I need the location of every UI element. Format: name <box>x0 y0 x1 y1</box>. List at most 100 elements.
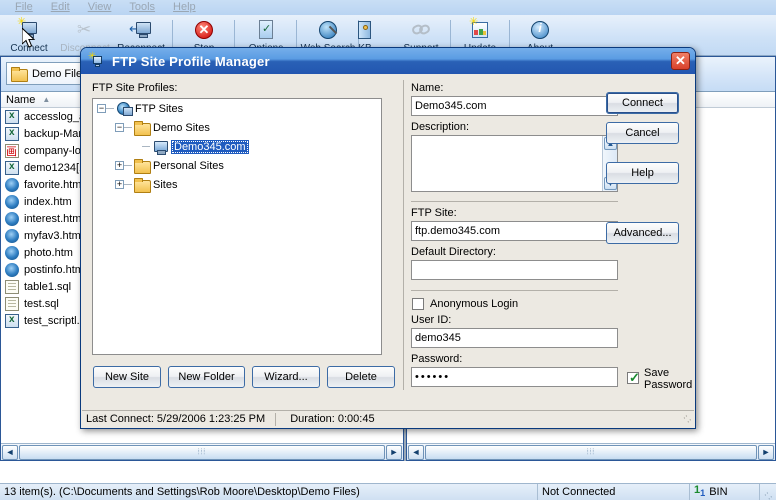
user-id-label: User ID: <box>411 314 451 326</box>
last-connect-text: Last Connect: 5/29/2006 1:23:25 PM <box>82 411 265 428</box>
update-icon: ✳ <box>468 18 492 42</box>
status-connection-state: Not Connected <box>538 484 690 500</box>
local-scroll-track[interactable]: ⦙⦙⦙ <box>19 445 385 460</box>
file-name-label: postinfo.html <box>24 264 86 276</box>
scroll-left-icon[interactable]: ◄ <box>2 445 18 460</box>
save-password-label-line1: Save <box>644 367 669 379</box>
save-password-checkbox[interactable] <box>627 372 639 384</box>
remote-scroll-thumb[interactable]: ⦙⦙⦙ <box>425 445 757 460</box>
ftp-site-input[interactable]: ftp.demo345.com <box>411 221 618 241</box>
connect-icon: ✳ <box>17 18 41 42</box>
kb-icon <box>353 18 377 42</box>
support-icon <box>409 18 433 42</box>
tree-node[interactable]: +Sites <box>93 175 381 194</box>
save-password-label-line2: Password <box>644 379 692 391</box>
remote-scroll-left-icon[interactable]: ◄ <box>408 445 424 460</box>
ftp-site-label: FTP Site: <box>411 207 457 219</box>
xls-file-icon <box>5 127 19 141</box>
anonymous-login-checkbox[interactable] <box>412 298 424 310</box>
dialog-status-bar: Last Connect: 5/29/2006 1:23:25 PM Durat… <box>82 410 694 427</box>
remote-scroll-track[interactable]: ⦙⦙⦙ <box>425 445 757 460</box>
wizard-button[interactable]: Wizard... <box>252 366 320 388</box>
close-icon[interactable]: ✕ <box>671 52 690 70</box>
toolbar-separator-5 <box>450 20 451 48</box>
htm-file-icon <box>5 229 19 243</box>
tree-connector-line <box>124 127 132 128</box>
status-items-text: 13 item(s). (C:\Documents and Settings\R… <box>0 484 538 500</box>
file-name-label: myfav3.htm <box>24 230 81 242</box>
sql-file-icon <box>5 280 19 294</box>
advanced-button[interactable]: Advanced... <box>606 222 679 244</box>
tree-node[interactable]: − FTP Sites <box>93 99 381 118</box>
tree-node-label: FTP Sites <box>135 103 183 115</box>
delete-button[interactable]: Delete <box>327 366 395 388</box>
menu-item-tools[interactable]: Tools <box>120 0 164 15</box>
tree-node-label: Personal Sites <box>153 160 224 172</box>
folder-icon <box>134 121 150 136</box>
collapse-icon[interactable]: − <box>115 123 124 132</box>
toolbar-separator-1 <box>172 20 173 48</box>
menu-item-view[interactable]: View <box>79 0 121 15</box>
password-input[interactable]: •••••• <box>411 367 618 387</box>
toolbar-label-connect: Connect <box>10 43 47 54</box>
profiles-tree[interactable]: − FTP Sites − Demo Sites Demo345.com + Persona… <box>92 98 382 355</box>
name-label: Name: <box>411 82 443 94</box>
tree-node[interactable]: − Demo Sites <box>93 118 381 137</box>
fields-divider-2 <box>411 290 618 291</box>
tree-node[interactable]: Demo345.com <box>93 137 381 156</box>
fields-divider-1 <box>411 201 618 202</box>
connect-button[interactable]: Connect <box>606 92 679 114</box>
cancel-button[interactable]: Cancel <box>606 122 679 144</box>
local-scroll-thumb[interactable]: ⦙⦙⦙ <box>19 445 385 460</box>
options-icon: ✓ <box>254 18 278 42</box>
htm-file-icon <box>5 263 19 277</box>
name-input[interactable]: Demo345.com <box>411 96 618 116</box>
toolbar-button-connect[interactable]: ✳ Connect <box>2 16 56 55</box>
dialog-title-bar[interactable]: ✳ FTP Site Profile Manager ✕ <box>81 48 695 74</box>
default-directory-input[interactable] <box>411 260 618 280</box>
htm-file-icon <box>5 246 19 260</box>
expand-icon[interactable]: + <box>115 161 124 170</box>
xls-file-icon <box>5 161 19 175</box>
remote-scroll-right-icon[interactable]: ► <box>758 445 774 460</box>
htm-file-icon <box>5 195 19 209</box>
tree-node-label: Demo Sites <box>153 122 210 134</box>
menu-item-help[interactable]: Help <box>164 0 205 15</box>
xls-file-icon <box>5 314 19 328</box>
description-input[interactable]: ▲ ▼ <box>411 135 618 192</box>
tree-connector-line <box>142 146 150 147</box>
user-id-input[interactable]: demo345 <box>411 328 618 348</box>
expand-icon[interactable]: + <box>115 180 124 189</box>
password-label: Password: <box>411 353 462 365</box>
toolbar-separator-6 <box>509 20 510 48</box>
dialog-status-separator <box>275 413 276 426</box>
tree-connector-line <box>124 165 132 166</box>
status-transfer-mode-label: BIN <box>709 484 727 500</box>
reconnect-icon: ↵ <box>129 18 153 42</box>
new-folder-button[interactable]: New Folder <box>168 366 245 388</box>
scroll-right-icon[interactable]: ► <box>386 445 402 460</box>
web-search-icon <box>316 18 340 42</box>
tree-node-label: Demo345.com <box>171 140 249 154</box>
file-name-label: photo.htm <box>24 247 73 259</box>
menu-item-file[interactable]: File <box>6 0 42 15</box>
dialog-resize-grip-icon[interactable]: ⁚⁚ <box>682 413 694 425</box>
local-horizontal-scrollbar[interactable]: ◄ ⦙⦙⦙ ► <box>1 443 403 460</box>
sql-file-icon <box>5 297 19 311</box>
folder-icon <box>134 159 150 174</box>
help-button[interactable]: Help <box>606 162 679 184</box>
htm-file-icon <box>5 212 19 226</box>
collapse-icon[interactable]: − <box>97 104 106 113</box>
ftp-site-icon: ✳ <box>88 53 106 70</box>
resize-grip-icon[interactable] <box>760 484 774 500</box>
new-site-button[interactable]: New Site <box>93 366 161 388</box>
menu-help-label: Help <box>173 1 196 13</box>
tree-node[interactable]: + Personal Sites <box>93 156 381 175</box>
img-file-icon <box>5 144 19 158</box>
remote-horizontal-scrollbar[interactable]: ◄ ⦙⦙⦙ ► <box>407 443 775 460</box>
profiles-label: FTP Site Profiles: <box>92 82 177 94</box>
ftp-site-profile-manager-dialog: ✳ FTP Site Profile Manager ✕ FTP Site Pr… <box>80 47 696 429</box>
menu-item-edit[interactable]: Edit <box>42 0 79 15</box>
server-icon <box>152 139 168 154</box>
folder-icon <box>11 67 27 80</box>
